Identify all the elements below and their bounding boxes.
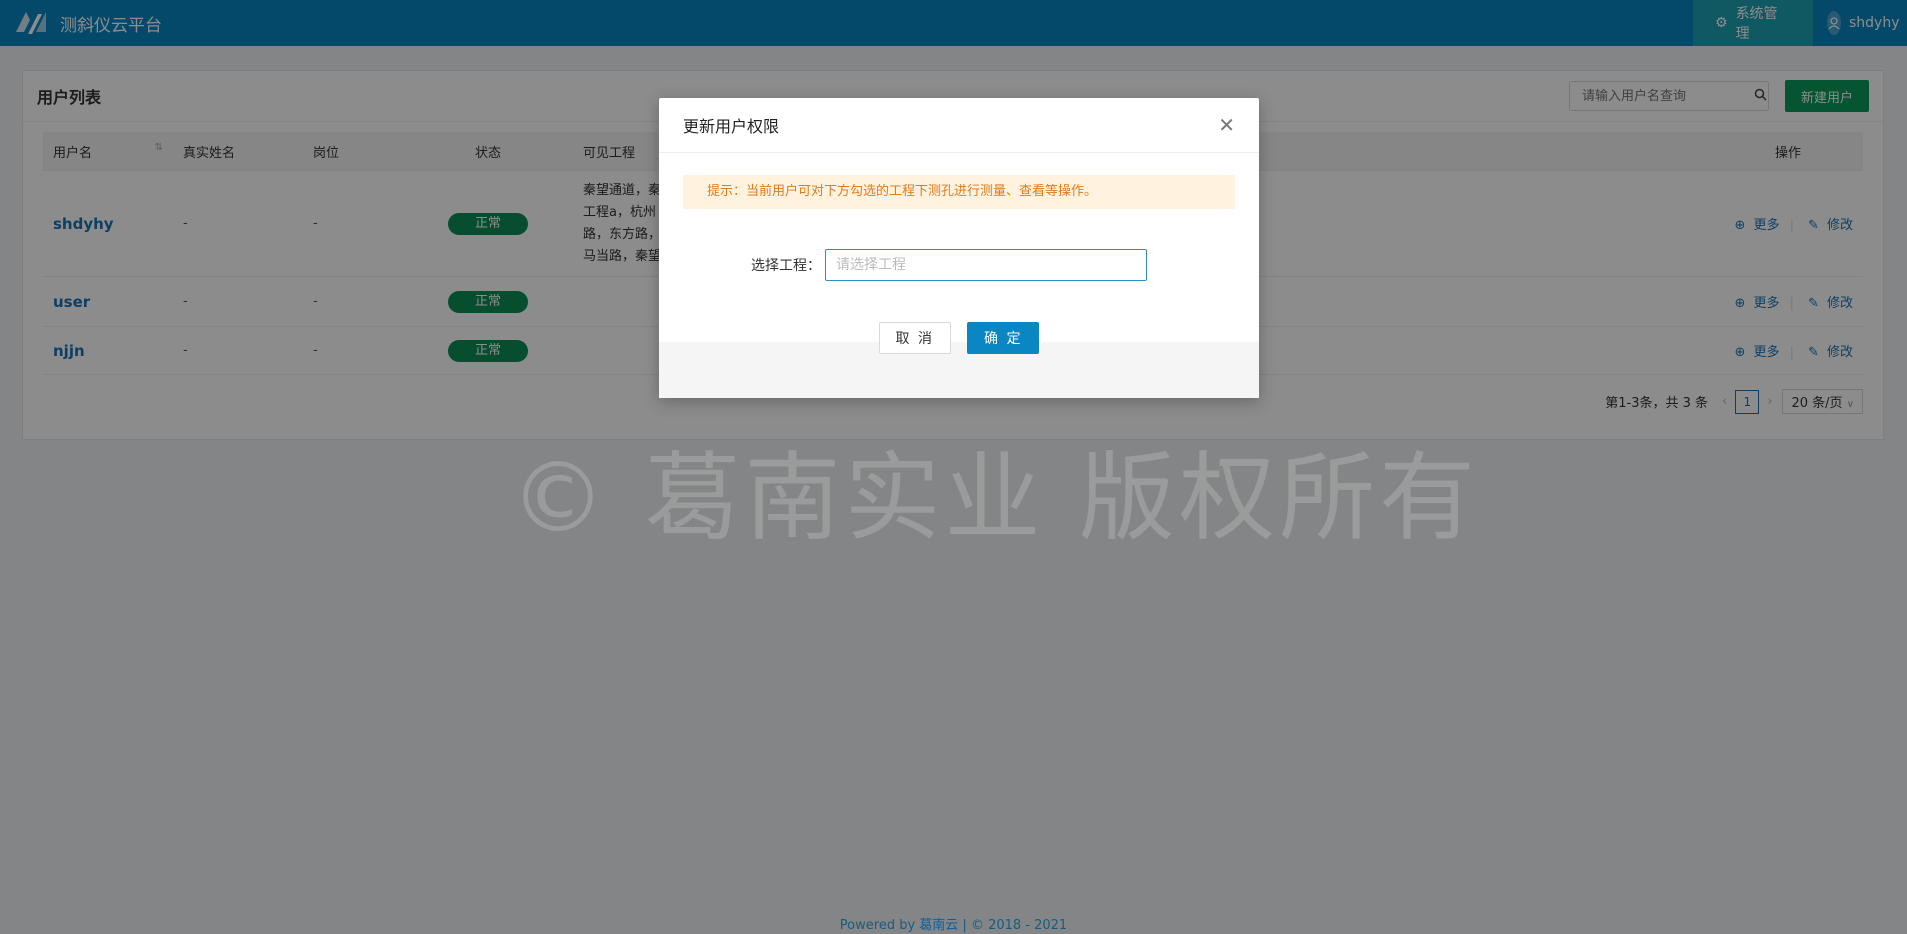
footer: Powered by 葛南云 | © 2018 - 2021 <box>839 918 1068 933</box>
update-permission-modal: 更新用户权限 ✕ 提示：当前用户可对下方勾选的工程下测孔进行测量、查看等操作。 … <box>659 98 1259 398</box>
notice-banner: 提示：当前用户可对下方勾选的工程下测孔进行测量、查看等操作。 <box>683 175 1235 209</box>
modal-title: 更新用户权限 <box>683 117 780 136</box>
footer-brand-link[interactable]: 葛南云 <box>919 918 958 933</box>
confirm-button[interactable]: 确 定 <box>967 322 1040 354</box>
project-select-label: 选择工程： <box>751 258 821 274</box>
project-select-input[interactable] <box>825 249 1147 281</box>
close-icon[interactable]: ✕ <box>1218 113 1235 137</box>
cancel-button[interactable]: 取 消 <box>878 322 951 354</box>
project-select-row: 选择工程： <box>659 249 1259 281</box>
copyright-watermark: © 葛南实业 版权所有 <box>510 442 1480 554</box>
